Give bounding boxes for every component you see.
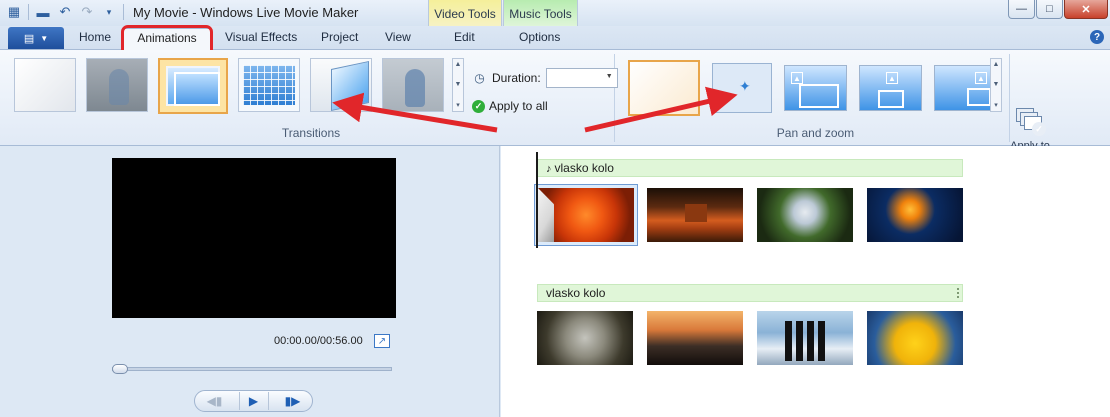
gallery-more-icon[interactable]: ▾	[456, 101, 460, 109]
quick-access-toolbar: ▦ ▬ ↶ ↷ ▾	[6, 4, 124, 20]
transitions-gallery-scroll[interactable]: ▲ ▼ ▾	[452, 58, 464, 112]
play-button[interactable]: ▶	[238, 392, 269, 410]
zoom-frame	[878, 90, 904, 108]
pan-zoom-group: ✦ ▲ ▲ ▲ ▲ ▼ ▾ Pan and zoom	[622, 54, 1010, 142]
transition-dissolve[interactable]	[238, 58, 300, 112]
apply-to-all-icon: ✓	[1016, 108, 1046, 136]
magic-wand-icon: ✦	[739, 78, 751, 94]
pan-zoom-automatic[interactable]: ✦	[712, 63, 772, 113]
timecode: 00:00.00/00:56.00	[274, 335, 363, 347]
transition-blur[interactable]	[382, 58, 444, 112]
duration-row: ◷ Duration:	[472, 68, 618, 88]
check-icon: ✓	[1032, 122, 1046, 136]
transition-none[interactable]	[14, 58, 76, 112]
arrow-up-icon: ▲	[886, 72, 898, 84]
help-icon[interactable]: ?	[1090, 30, 1104, 44]
app-film-icon: ▦	[7, 4, 21, 19]
storyboard-pane: ♪ vlasko kolo vlasko kolo	[501, 146, 1110, 417]
redo-icon[interactable]: ↷	[79, 4, 95, 20]
tab-project[interactable]: Project	[321, 30, 358, 44]
clip-flower[interactable]	[538, 188, 634, 242]
transitions-apply-to-all[interactable]: ✓ Apply to all	[472, 99, 548, 113]
clock-icon: ◷	[474, 71, 485, 85]
pan-zoom-group-label: Pan and zoom	[776, 126, 855, 140]
pan-zoom-gallery: ✦ ▲ ▲ ▲	[628, 58, 997, 118]
clip-lighthouse[interactable]	[647, 311, 743, 365]
transitions-gallery	[14, 58, 444, 118]
scroll-up-icon[interactable]: ▲	[993, 61, 1000, 68]
clip-penguins[interactable]	[757, 311, 853, 365]
pan-zoom-up-left[interactable]: ▲	[784, 65, 847, 111]
transition-page-curl[interactable]	[310, 58, 372, 112]
scroll-up-icon[interactable]: ▲	[455, 61, 462, 68]
transitions-group-label: Transitions	[281, 126, 341, 140]
seek-thumb[interactable]	[112, 364, 128, 374]
check-icon: ✓	[472, 99, 485, 113]
music-note-icon: ♪	[546, 163, 552, 175]
scroll-down-icon[interactable]: ▼	[993, 81, 1000, 88]
video-preview[interactable]	[112, 158, 396, 318]
app-menu-icon: ▤	[23, 32, 35, 45]
apply-to-all-label: Apply to all	[489, 99, 548, 113]
playback-controls: ◀▮ ▶ ▮▶	[194, 390, 313, 412]
minimize-button[interactable]: —	[1008, 0, 1035, 19]
clip-hydrangeas[interactable]	[757, 188, 853, 242]
tab-visual-effects[interactable]: Visual Effects	[225, 30, 297, 44]
music-track-2[interactable]: vlasko kolo	[537, 284, 963, 302]
divider	[123, 4, 124, 20]
transition-fade[interactable]	[86, 58, 148, 112]
clip-koala[interactable]	[537, 311, 633, 365]
app-menu-button[interactable]: ▤ ▼	[8, 27, 64, 49]
pan-zoom-up-right[interactable]: ▲	[934, 65, 997, 111]
divider	[28, 4, 29, 20]
undo-icon[interactable]: ↶	[57, 4, 73, 20]
track-grip[interactable]	[957, 288, 959, 298]
tab-home[interactable]: Home	[79, 30, 111, 44]
close-button[interactable]: ✕	[1064, 0, 1108, 19]
next-frame-button[interactable]: ▮▶	[278, 392, 308, 410]
music-track-label: vlasko kolo	[554, 161, 614, 175]
arrow-up-icon: ▲	[975, 72, 987, 84]
tab-options[interactable]: Options	[519, 30, 560, 44]
save-icon[interactable]: ▬	[35, 4, 51, 20]
pan-zoom-up-center[interactable]: ▲	[859, 65, 922, 111]
zoom-frame	[967, 88, 991, 106]
window-title: My Movie - Windows Live Movie Maker	[133, 5, 359, 20]
preview-pane: 00:00.00/00:56.00 ↗ ◀▮ ▶ ▮▶	[0, 146, 500, 417]
clip-jellyfish[interactable]	[867, 188, 963, 242]
pan-zoom-gallery-scroll[interactable]: ▲ ▼ ▾	[990, 58, 1002, 112]
zoom-frame	[799, 84, 839, 108]
music-tools-label: Music Tools	[509, 7, 572, 21]
pan-zoom-none-selected[interactable]	[628, 60, 700, 116]
maximize-button[interactable]: □	[1036, 0, 1063, 19]
customize-toolbar-icon[interactable]: ▾	[101, 4, 117, 20]
clip-desert[interactable]	[647, 188, 743, 242]
duration-select[interactable]	[545, 68, 618, 88]
arrow-up-icon: ▲	[791, 72, 803, 84]
seek-bar[interactable]	[112, 367, 392, 371]
tab-edit[interactable]: Edit	[454, 30, 475, 44]
transition-crossfade-selected[interactable]	[158, 58, 228, 114]
music-track-label: vlasko kolo	[546, 286, 606, 300]
fullscreen-icon[interactable]: ↗	[374, 334, 390, 348]
transition-thumb	[174, 72, 220, 106]
tab-view[interactable]: View	[385, 30, 411, 44]
gallery-more-icon[interactable]: ▾	[994, 101, 998, 109]
music-track-1[interactable]: ♪ vlasko kolo	[537, 159, 963, 177]
previous-frame-button[interactable]: ◀▮	[200, 392, 230, 410]
clip-tulips[interactable]	[867, 311, 963, 365]
scroll-down-icon[interactable]: ▼	[455, 81, 462, 88]
transition-marker	[538, 188, 554, 242]
transitions-group: ▲ ▼ ▾ ◷ Duration: ✓ Apply to all Transit…	[8, 54, 618, 142]
duration-label: Duration:	[492, 71, 541, 85]
window-controls: — □ ✕	[1008, 0, 1108, 19]
chevron-down-icon: ▼	[40, 33, 49, 43]
playhead[interactable]	[536, 152, 538, 248]
video-tools-label: Video Tools	[434, 7, 496, 21]
ribbon: ▲ ▼ ▾ ◷ Duration: ✓ Apply to all Transit…	[0, 50, 1110, 164]
